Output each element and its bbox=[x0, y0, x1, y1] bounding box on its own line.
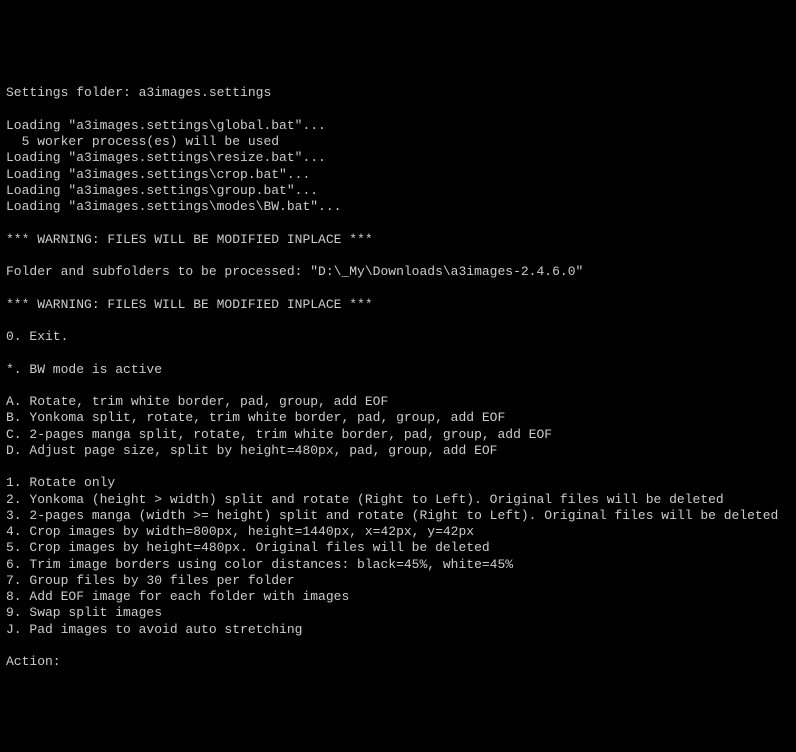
loading-global-line: Loading "a3images.settings\global.bat"..… bbox=[6, 118, 326, 133]
menu-option-1: 1. Rotate only bbox=[6, 475, 115, 490]
menu-option-b: B. Yonkoma split, rotate, trim white bor… bbox=[6, 410, 505, 425]
settings-folder-line: Settings folder: a3images.settings bbox=[6, 85, 271, 100]
menu-option-3: 3. 2-pages manga (width >= height) split… bbox=[6, 508, 778, 523]
menu-option-c: C. 2-pages manga split, rotate, trim whi… bbox=[6, 427, 552, 442]
menu-option-j: J. Pad images to avoid auto stretching bbox=[6, 622, 302, 637]
menu-option-a: A. Rotate, trim white border, pad, group… bbox=[6, 394, 388, 409]
menu-option-6: 6. Trim image borders using color distan… bbox=[6, 557, 513, 572]
loading-group-line: Loading "a3images.settings\group.bat"... bbox=[6, 183, 318, 198]
menu-option-d: D. Adjust page size, split by height=480… bbox=[6, 443, 497, 458]
menu-option-2: 2. Yonkoma (height > width) split and ro… bbox=[6, 492, 724, 507]
menu-option-0: 0. Exit. bbox=[6, 329, 68, 344]
folder-path-line: Folder and subfolders to be processed: "… bbox=[6, 264, 583, 279]
loading-bw-line: Loading "a3images.settings\modes\BW.bat"… bbox=[6, 199, 341, 214]
menu-option-8: 8. Add EOF image for each folder with im… bbox=[6, 589, 349, 604]
menu-option-7: 7. Group files by 30 files per folder bbox=[6, 573, 295, 588]
loading-resize-line: Loading "a3images.settings\resize.bat"..… bbox=[6, 150, 326, 165]
action-prompt[interactable]: Action: bbox=[6, 654, 61, 669]
menu-option-star: *. BW mode is active bbox=[6, 362, 162, 377]
terminal-output: Settings folder: a3images.settings Loadi… bbox=[6, 69, 790, 670]
menu-option-9: 9. Swap split images bbox=[6, 605, 162, 620]
worker-count-line: 5 worker process(es) will be used bbox=[6, 134, 279, 149]
menu-option-4: 4. Crop images by width=800px, height=14… bbox=[6, 524, 474, 539]
warning-inplace-line: *** WARNING: FILES WILL BE MODIFIED INPL… bbox=[6, 232, 373, 247]
loading-crop-line: Loading "a3images.settings\crop.bat"... bbox=[6, 167, 310, 182]
warning-inplace-line: *** WARNING: FILES WILL BE MODIFIED INPL… bbox=[6, 297, 373, 312]
menu-option-5: 5. Crop images by height=480px. Original… bbox=[6, 540, 490, 555]
